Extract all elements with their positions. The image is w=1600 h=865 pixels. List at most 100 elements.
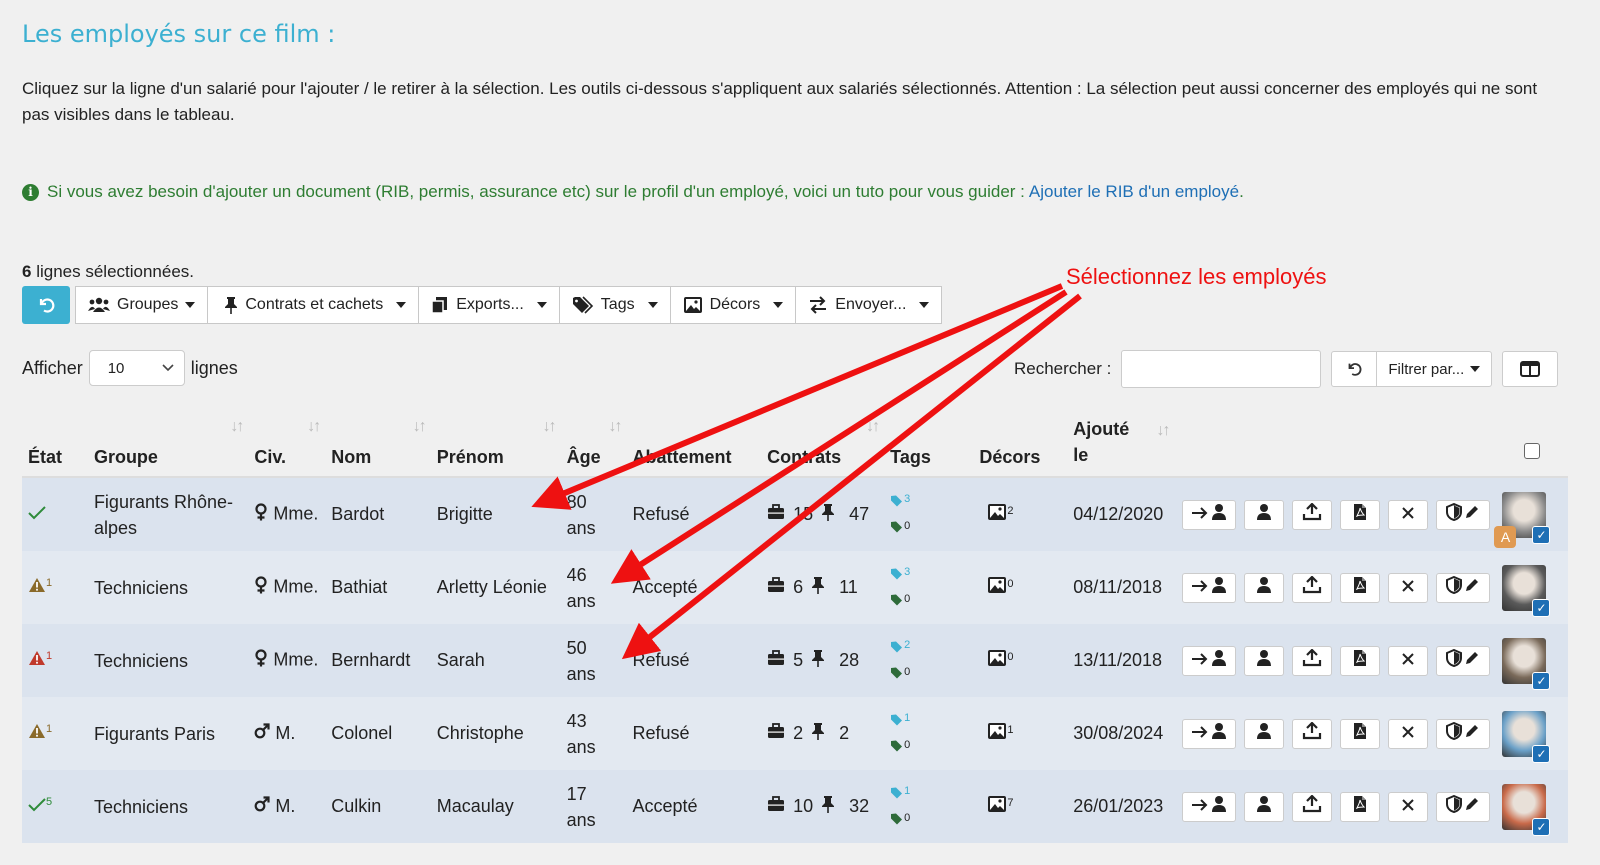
permissions-edit-button[interactable] xyxy=(1436,499,1491,530)
remove-button[interactable] xyxy=(1388,572,1429,603)
sort-icon: ↓↑ xyxy=(230,418,244,435)
contrats-button[interactable]: Contrats et cachets xyxy=(207,286,420,324)
col-decors[interactable]: Décors xyxy=(973,412,1068,478)
remove-button[interactable] xyxy=(1388,791,1429,822)
page-size-select[interactable]: 10 xyxy=(88,350,185,386)
afficher-label: Afficher xyxy=(22,357,83,378)
col-groupe[interactable]: Groupe ↓↑ xyxy=(87,412,249,478)
image-icon xyxy=(987,504,1007,525)
civ-text: M. xyxy=(275,795,296,816)
remove-button[interactable] xyxy=(1388,645,1429,676)
profile-button[interactable] xyxy=(1244,572,1285,603)
tags-button[interactable]: Tags xyxy=(558,286,671,324)
upload-button[interactable] xyxy=(1292,499,1333,530)
etat-cell: 5 xyxy=(22,770,88,843)
permissions-edit-button[interactable] xyxy=(1436,791,1491,822)
profile-button[interactable] xyxy=(1244,499,1285,530)
table-row[interactable]: Figurants Rhône-alpes Mme. Bardot Brigit… xyxy=(22,477,1568,551)
selected-checkbox[interactable]: ✓ xyxy=(1532,598,1551,617)
decors-cell: 2 xyxy=(973,477,1068,551)
decors-button[interactable]: Décors xyxy=(669,286,797,324)
pencil-icon xyxy=(1464,504,1480,525)
arrow-right-icon xyxy=(1191,796,1209,817)
pdf-button[interactable] xyxy=(1340,572,1381,603)
assign-button[interactable] xyxy=(1182,572,1237,603)
decors-cell: 0 xyxy=(973,624,1068,697)
tag-count: 0 xyxy=(904,519,911,532)
permissions-edit-button[interactable] xyxy=(1436,572,1491,603)
pdf-button[interactable] xyxy=(1340,791,1381,822)
tags-label: Tags xyxy=(600,296,635,313)
remove-button[interactable] xyxy=(1388,499,1429,530)
upload-icon xyxy=(1302,794,1322,818)
assign-button[interactable] xyxy=(1182,718,1237,749)
warning-icon xyxy=(28,650,46,670)
remove-button[interactable] xyxy=(1388,718,1429,749)
avatar-cell: ✓ xyxy=(1496,770,1568,843)
filter-dropdown[interactable]: Filtrer par... xyxy=(1376,351,1493,387)
upload-button[interactable] xyxy=(1292,791,1333,822)
pencil-icon xyxy=(1464,723,1480,744)
col-contrats[interactable]: Contrats ↓↑ xyxy=(761,412,885,478)
col-nom[interactable]: Nom ↓↑ xyxy=(325,412,431,478)
decors-cell: 7 xyxy=(973,770,1068,843)
upload-button[interactable] xyxy=(1292,572,1333,603)
pdf-button[interactable] xyxy=(1340,499,1381,530)
selection-label: lignes sélectionnées. xyxy=(31,262,195,281)
exports-button[interactable]: Exports... xyxy=(418,286,560,324)
profile-button[interactable] xyxy=(1244,791,1285,822)
selected-checkbox[interactable]: ✓ xyxy=(1532,744,1551,763)
page-size-value: 10 xyxy=(107,359,125,377)
envoyer-button[interactable]: Envoyer... xyxy=(795,286,943,324)
tag-count: 0 xyxy=(904,592,911,605)
selected-checkbox[interactable]: ✓ xyxy=(1532,671,1551,690)
decors-count: 2 xyxy=(1007,505,1014,517)
table-row[interactable]: 1 Figurants Paris M. Colonel Christophe … xyxy=(22,697,1568,770)
contrats-cell: 10 32 xyxy=(761,770,885,843)
assign-button[interactable] xyxy=(1182,645,1237,676)
profile-button[interactable] xyxy=(1244,645,1285,676)
table-row[interactable]: 5 Techniciens M. Culkin Macaulay 17 ans … xyxy=(22,770,1568,843)
sort-icon: ↓↑ xyxy=(542,418,557,435)
rib-tutorial-link[interactable]: Ajouter le RIB d'un employé xyxy=(1029,182,1239,202)
groupes-button[interactable]: Groupes xyxy=(75,286,209,324)
profile-button[interactable] xyxy=(1244,718,1285,749)
table-row[interactable]: 1 Techniciens Mme. Bathiat Arletty Léoni… xyxy=(22,551,1568,624)
assign-button[interactable] xyxy=(1182,499,1237,530)
permissions-edit-button[interactable] xyxy=(1436,645,1491,676)
etat-count: 1 xyxy=(46,723,53,735)
shield-icon xyxy=(1446,502,1463,526)
col-civ[interactable]: Civ. ↓↑ xyxy=(248,412,326,478)
avatar[interactable]: ✓ xyxy=(1502,783,1551,836)
arrow-right-icon xyxy=(1191,577,1209,598)
col-etat[interactable]: État xyxy=(22,412,88,478)
table-row[interactable]: 1 Techniciens Mme. Bernhardt Sarah 50 an… xyxy=(22,624,1568,697)
avatar[interactable]: A ✓ xyxy=(1494,491,1551,548)
reset-selection-button[interactable] xyxy=(22,286,70,324)
search-input[interactable] xyxy=(1121,350,1322,388)
briefcase-icon xyxy=(767,796,785,817)
avatar[interactable]: ✓ xyxy=(1502,710,1551,763)
reset-search-button[interactable] xyxy=(1331,351,1378,387)
selected-checkbox[interactable]: ✓ xyxy=(1532,525,1551,544)
groupe-cell: Techniciens xyxy=(87,624,249,697)
pdf-button[interactable] xyxy=(1340,718,1381,749)
selected-checkbox[interactable]: ✓ xyxy=(1532,817,1551,836)
upload-button[interactable] xyxy=(1292,645,1333,676)
pdf-button[interactable] xyxy=(1340,645,1381,676)
avatar[interactable]: ✓ xyxy=(1502,564,1551,617)
col-tags[interactable]: Tags xyxy=(884,412,974,478)
permissions-edit-button[interactable] xyxy=(1436,718,1491,749)
col-ajoute[interactable]: Ajouté le ↓↑ xyxy=(1067,412,1177,478)
actions-cell xyxy=(1176,477,1497,551)
info-message: i Si vous avez besoin d'ajouter un docum… xyxy=(22,182,1244,202)
col-abattement[interactable]: Abattement xyxy=(626,412,762,478)
columns-toggle-button[interactable] xyxy=(1502,351,1559,387)
col-prenom[interactable]: Prénom ↓↑ xyxy=(430,412,561,478)
avatar[interactable]: ✓ xyxy=(1502,637,1551,690)
warning-icon xyxy=(28,577,46,597)
select-all-checkbox[interactable] xyxy=(1524,443,1541,459)
upload-button[interactable] xyxy=(1292,718,1333,749)
col-age[interactable]: Âge ↓↑ xyxy=(560,412,627,478)
assign-button[interactable] xyxy=(1182,791,1237,822)
